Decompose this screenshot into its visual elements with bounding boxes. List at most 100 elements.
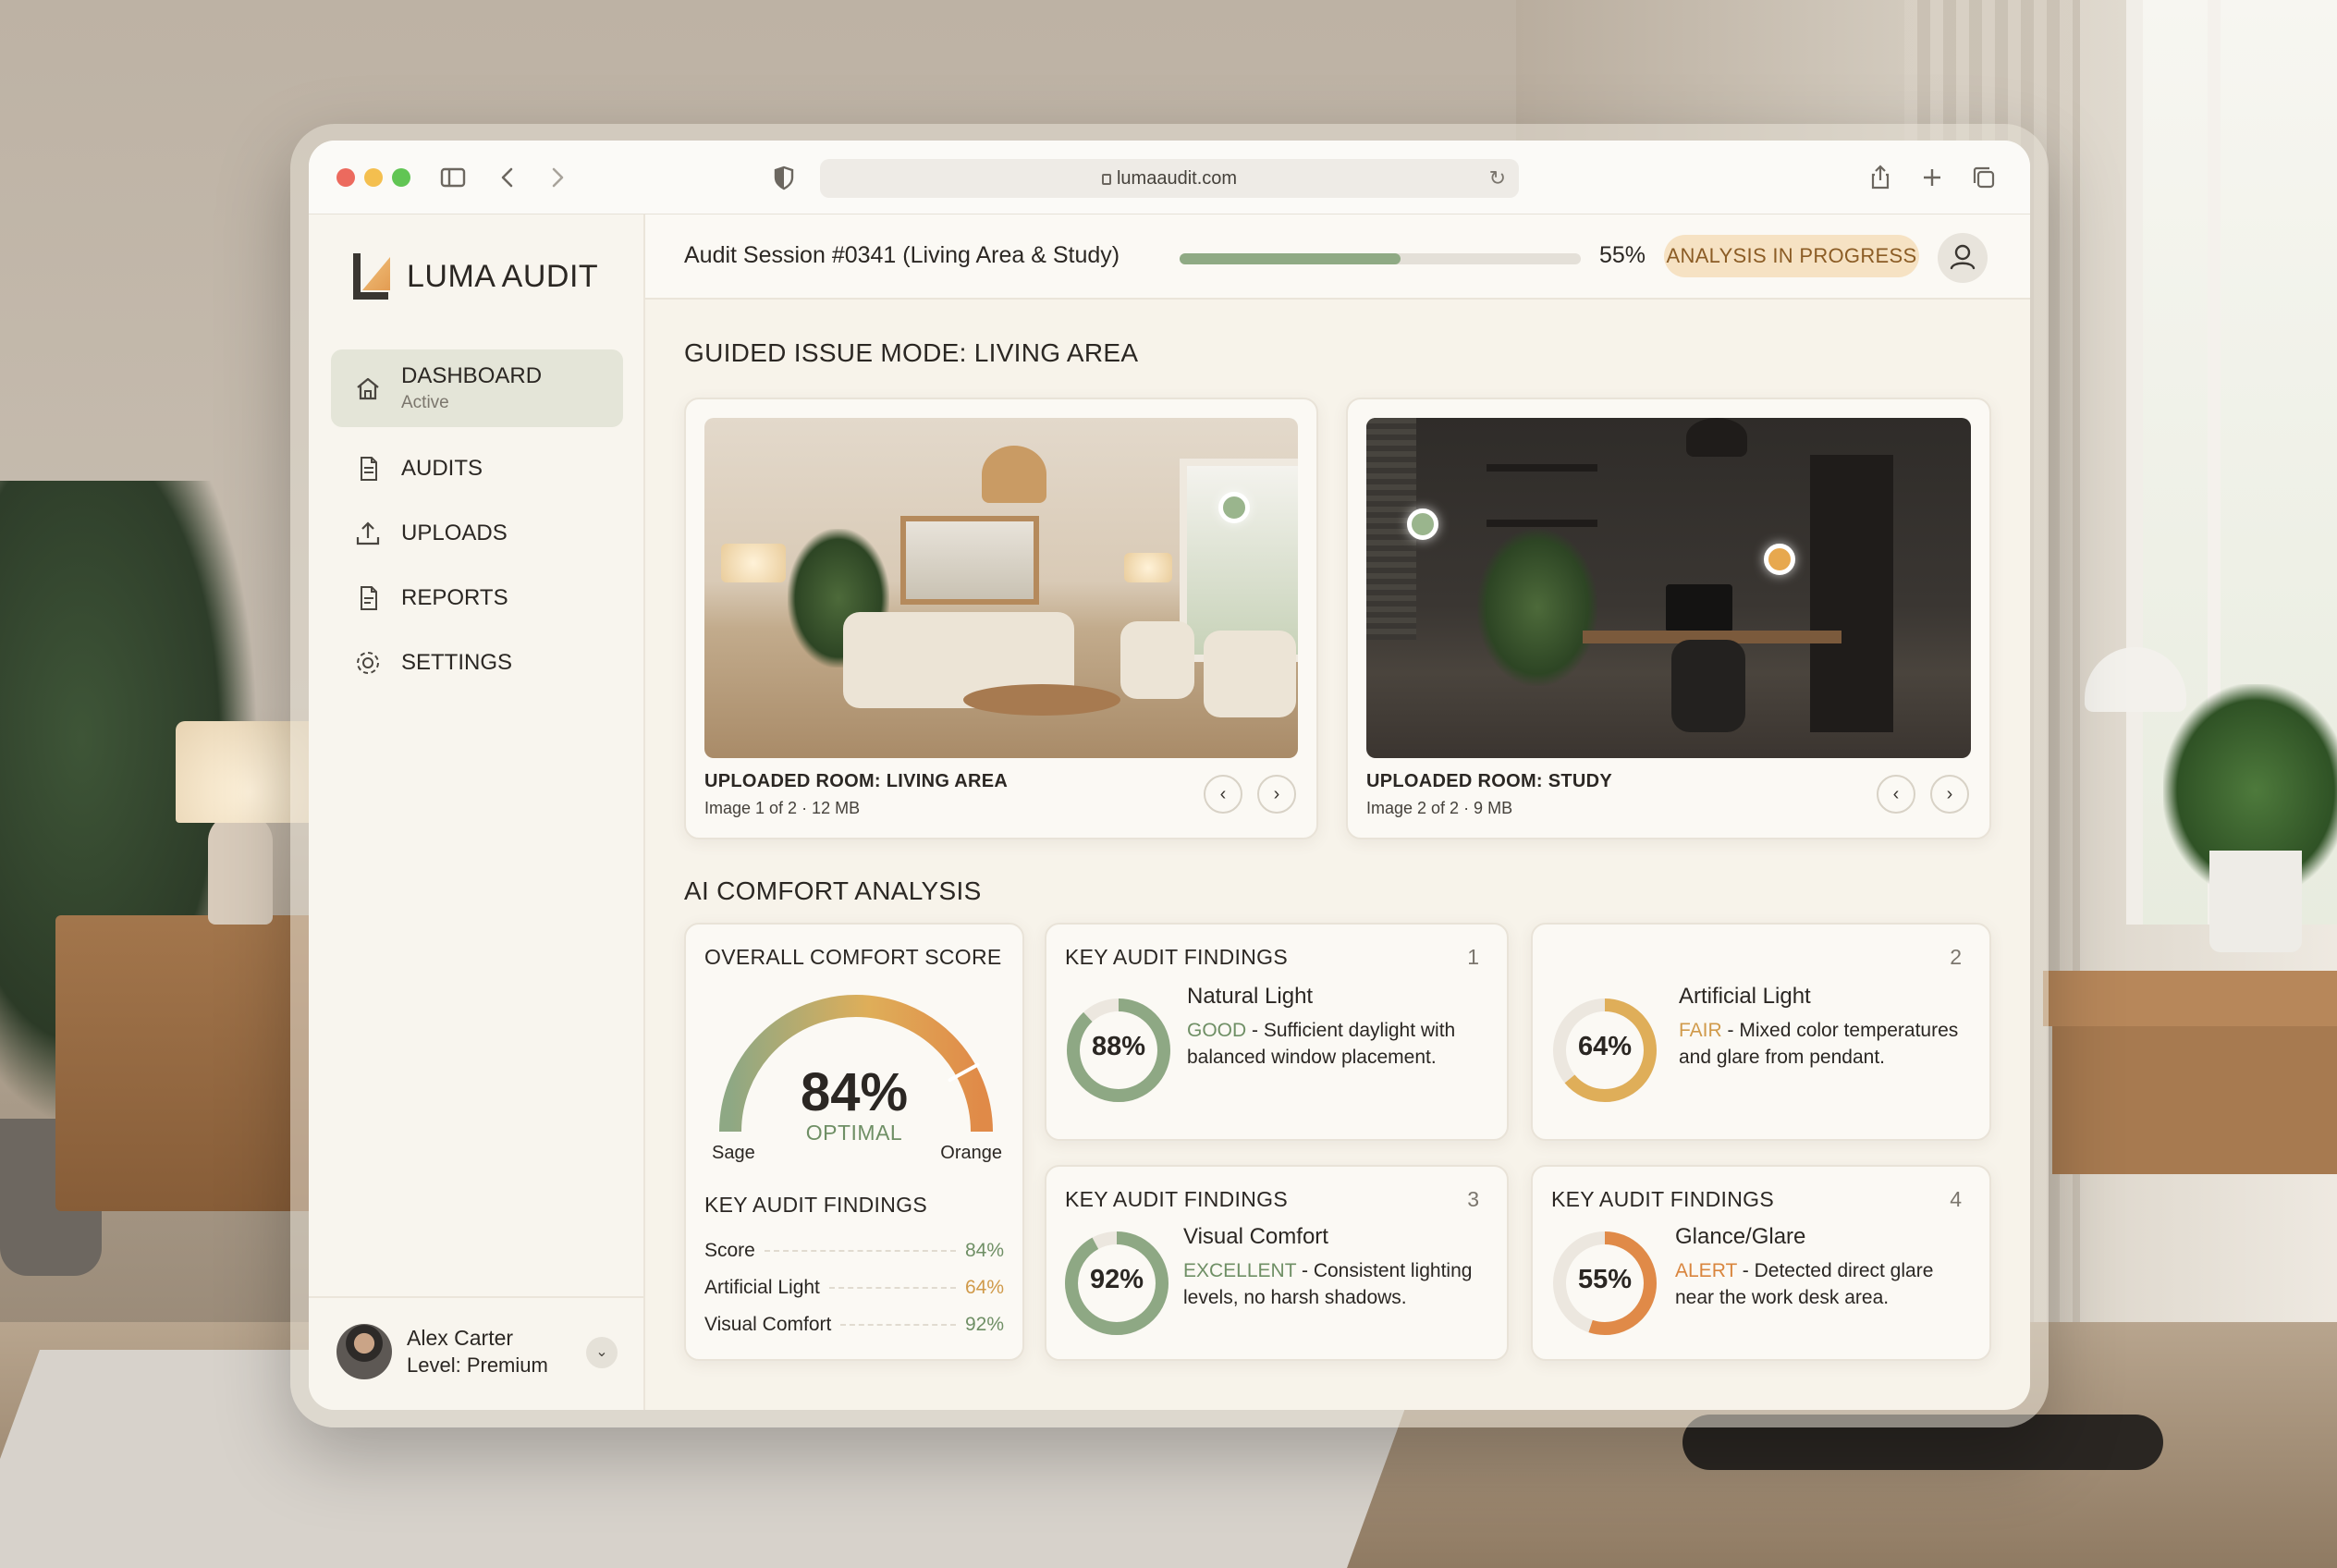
photo-pendant-lamp [1686,418,1747,457]
finding-score: 88% [1091,1032,1146,1061]
room-card-living: UPLOADED ROOM: LIVING AREA Image 1 of 2 … [684,398,1318,839]
next-image-button[interactable]: › [1257,775,1296,814]
background-desk-top [2043,971,2337,1026]
finding-text: FAIR - Mixed color temperatures and glar… [1679,1017,1975,1071]
summary-row-value: 64% [964,1277,1004,1298]
sidebar-item-label: DASHBOARD [401,363,543,388]
sidebar-item-sublabel: Active [401,393,449,412]
report-icon [361,586,377,610]
finding-text: EXCELLENT - Consistent lighting levels, … [1183,1257,1492,1311]
sidebar-toggle-icon[interactable] [436,161,470,194]
light-issue-marker[interactable] [1407,508,1438,540]
photo-floor-lamp [1124,553,1172,582]
finding-rating: GOOD [1187,1020,1247,1041]
card-title: KEY AUDIT FINDINGS [1065,945,1288,969]
home-icon [357,377,379,400]
user-profile[interactable]: Alex Carter Level: Premium ⌄ [309,1296,645,1410]
photo-monitor [1666,584,1732,632]
tab-overview-icon[interactable] [1967,161,2001,194]
audit-progress-bar [1180,253,1581,264]
sidebar-nav: DASHBOARD Active AUDITS UPLOADS REPORTS … [331,349,623,695]
gauge-max-label: Orange [940,1143,1002,1163]
card-title: KEY AUDIT FINDINGS [1065,1187,1288,1211]
summary-row-label: Score [704,1240,755,1261]
chevron-down-icon[interactable]: ⌄ [586,1337,618,1368]
url-text: lumaaudit.com [1116,168,1238,189]
sidebar-item-reports[interactable]: REPORTS [331,566,623,631]
photo-coffee-table [963,684,1120,716]
finding-score-ring: 88% [1063,995,1174,1106]
address-bar[interactable]: lumaaudit.com ↻ [820,159,1519,198]
photo-plant [1477,529,1597,686]
photo-shelf [1487,520,1597,527]
finding-text: GOOD - Sufficient daylight with balanced… [1187,1017,1492,1071]
card-title: OVERALL COMFORT SCORE [704,945,1002,969]
session-header: Audit Session #0341 (Living Area & Study… [645,214,2030,300]
finding-card-natural-light[interactable]: KEY AUDIT FINDINGS 1 88% Natural Light G… [1045,923,1509,1141]
sidebar-item-uploads[interactable]: UPLOADS [331,501,623,566]
forward-icon[interactable] [540,161,573,194]
summary-row-value: 84% [964,1240,1004,1261]
finding-number: 4 [1950,1187,1962,1211]
next-image-button[interactable]: › [1930,775,1969,814]
back-icon[interactable] [492,161,525,194]
close-window-button[interactable] [336,168,355,187]
sidebar-item-settings[interactable]: SETTINGS [331,631,623,695]
overall-score-card: OVERALL COMFORT SCORE 84% OPTIMAL Sage O… [684,923,1024,1361]
zoom-window-button[interactable] [392,168,410,187]
profile-button[interactable] [1938,233,1988,283]
room-photo-study[interactable] [1366,418,1971,758]
share-icon[interactable] [1864,161,1897,194]
finding-text: ALERT - Detected direct glare near the w… [1675,1257,1975,1311]
reload-icon[interactable]: ↻ [1489,159,1506,198]
room-title: UPLOADED ROOM: LIVING AREA [704,771,1009,791]
upload-icon [356,521,380,545]
summary-row: Visual Comfort 92% [704,1311,1004,1339]
shield-icon[interactable] [767,161,801,194]
finding-title: Artificial Light [1679,984,1811,1009]
glare-issue-marker[interactable] [1764,544,1795,575]
room-photo-living[interactable] [704,418,1298,758]
sidebar-item-audits[interactable]: AUDITS [331,436,623,501]
summary-row-label: Artificial Light [704,1277,820,1298]
sidebar-item-label: UPLOADS [401,521,508,545]
finding-score: 55% [1577,1265,1633,1294]
progress-percent: 55% [1599,242,1646,268]
finding-score-ring: 64% [1549,995,1660,1106]
document-icon [361,457,377,481]
light-issue-marker[interactable] [1218,492,1250,523]
room-card-study: UPLOADED ROOM: STUDY Image 2 of 2 · 9 MB… [1346,398,1991,839]
background-cabinet [55,915,324,1211]
finding-card-glare[interactable]: KEY AUDIT FINDINGS 4 55% Glance/Glare AL… [1531,1165,1991,1361]
finding-rating: EXCELLENT [1183,1260,1297,1281]
sidebar: LUMA AUDIT DASHBOARD Active AUDITS UPLOA… [309,214,645,1410]
overall-score-state: OPTIMAL [805,1121,903,1145]
sidebar-item-label: REPORTS [401,585,508,610]
prev-image-button[interactable]: ‹ [1877,775,1915,814]
brand-logo[interactable]: LUMA AUDIT [349,251,598,301]
gauge-min-label: Sage [712,1143,755,1163]
audit-progress-fill [1180,253,1401,264]
brand-name: LUMA AUDIT [407,258,599,294]
user-level: Level: Premium [407,1354,548,1377]
finding-card-visual-comfort[interactable]: KEY AUDIT FINDINGS 3 92% Visual Comfort … [1045,1165,1509,1361]
status-badge: ANALYSIS IN PROGRESS [1664,235,1919,277]
finding-score: 92% [1089,1265,1144,1294]
summary-row: Artificial Light 64% [704,1274,1004,1302]
gear-icon [357,652,379,674]
sidebar-item-dashboard[interactable]: DASHBOARD Active [331,349,623,427]
prev-image-button[interactable]: ‹ [1204,775,1242,814]
finding-title: Natural Light [1187,984,1314,1009]
finding-card-artificial-light[interactable]: 2 64% Artificial Light FAIR - Mixed colo… [1531,923,1991,1141]
new-tab-icon[interactable] [1915,161,1949,194]
sidebar-item-label: SETTINGS [401,650,513,675]
finding-rating: FAIR [1679,1020,1722,1041]
room-title: UPLOADED ROOM: STUDY [1366,771,1612,791]
photo-armchair [1204,631,1296,717]
user-icon [1950,244,1976,270]
photo-chair [1671,640,1745,732]
finding-number: 2 [1950,945,1962,969]
minimize-window-button[interactable] [364,168,383,187]
finding-score-ring: 55% [1549,1228,1660,1339]
finding-score-ring: 92% [1061,1228,1172,1339]
